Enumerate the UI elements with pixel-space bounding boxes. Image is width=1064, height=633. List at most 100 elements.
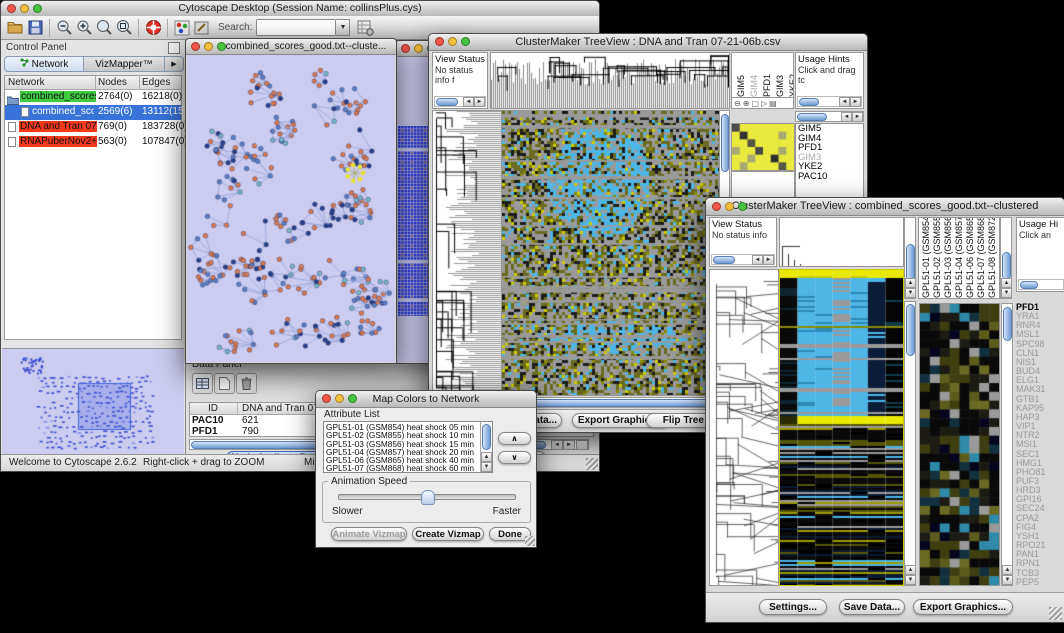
view-status-scrollbar[interactable]: ◄ ► xyxy=(434,96,486,107)
scroll-down-icon[interactable]: ▼ xyxy=(905,288,916,298)
zoom-icon[interactable] xyxy=(33,4,42,13)
resize-grip[interactable] xyxy=(525,536,535,546)
attribute-list-scrollbar[interactable]: ▲ ▼ xyxy=(480,422,492,472)
scroll-up-icon[interactable]: ▲ xyxy=(481,452,492,462)
zoom-icon[interactable] xyxy=(461,37,470,46)
speed-slider[interactable] xyxy=(338,494,516,500)
usage-hints-scrollbar[interactable]: ◄ ► xyxy=(797,96,862,107)
move-down-button[interactable]: ∨ xyxy=(498,451,531,464)
zoom-fit-icon[interactable] xyxy=(114,18,134,38)
heatmap-v-scrollbar[interactable]: ▲ ▼ xyxy=(904,301,916,586)
search-input[interactable] xyxy=(256,19,336,36)
close-icon[interactable] xyxy=(401,44,410,53)
scroll-down-icon[interactable]: ▼ xyxy=(1001,288,1012,298)
zoom-icon[interactable] xyxy=(217,42,226,51)
mini-tool-icon[interactable]: ▢ xyxy=(751,99,759,108)
settings-button[interactable]: Settings... xyxy=(759,599,827,615)
minimize-icon[interactable] xyxy=(725,202,734,211)
mini-tool-icon[interactable]: ⊕ xyxy=(743,99,750,108)
attribute-listbox[interactable]: GPL51-01 (GSM854) heat shock 05 minGPL51… xyxy=(323,421,493,473)
table-view-icon[interactable] xyxy=(192,373,213,394)
mini-tool-icon[interactable]: ▷ xyxy=(761,99,767,108)
close-icon[interactable] xyxy=(7,4,16,13)
slider-thumb[interactable] xyxy=(421,490,435,505)
scroll-up-icon[interactable]: ▲ xyxy=(905,565,916,575)
gene-list-scrollbar[interactable]: ▲ ▼ xyxy=(1001,303,1013,586)
scroll-up-icon[interactable]: ▲ xyxy=(1002,565,1013,575)
scroll-right-icon[interactable]: ► xyxy=(563,440,575,450)
row-dendrogram[interactable] xyxy=(432,110,502,396)
move-up-button[interactable]: ∧ xyxy=(498,432,531,445)
zoom-icon[interactable] xyxy=(738,202,747,211)
gene-label-list[interactable]: PFD1YRA1RNR4MSL1SPC98CLN1NIS1BUD4ELG1MAK… xyxy=(1014,303,1064,586)
minimize-icon[interactable] xyxy=(20,4,29,13)
row-dendrogram[interactable] xyxy=(709,269,779,586)
scroll-left-icon[interactable]: ◄ xyxy=(841,112,852,122)
animate-vizmap-button[interactable]: Animate Vizmap xyxy=(331,527,407,541)
scroll-left-icon[interactable]: ◄ xyxy=(463,97,474,107)
zoom-out-icon[interactable] xyxy=(54,18,74,38)
float-panel-icon[interactable] xyxy=(168,42,180,54)
heatmap-zoom-detail[interactable] xyxy=(919,303,1000,586)
scroll-down-icon[interactable]: ▼ xyxy=(481,462,492,472)
network-row[interactable]: DNA and Tran 07 769(0) 183728(0) xyxy=(5,120,181,135)
delete-attribute-trash-icon[interactable] xyxy=(236,373,257,394)
help-lifesaver-icon[interactable] xyxy=(143,18,163,38)
open-file-icon[interactable] xyxy=(5,18,25,38)
minimize-icon[interactable] xyxy=(448,37,457,46)
scroll-right-icon[interactable]: ► xyxy=(474,97,485,107)
resize-grip[interactable] xyxy=(586,458,598,470)
attribute-browser-icon[interactable] xyxy=(355,18,375,38)
view-status-scrollbar[interactable]: ◄ ► xyxy=(711,254,775,265)
column-dendrogram[interactable] xyxy=(779,217,904,267)
scroll-right-icon[interactable]: ► xyxy=(852,112,863,122)
map-colors-dialog[interactable]: Map Colors to Network Attribute List GPL… xyxy=(315,390,537,548)
minimize-icon[interactable] xyxy=(414,44,423,53)
scroll-left-icon[interactable]: ◄ xyxy=(551,440,563,450)
column-labels-scrollbar[interactable]: ▲ ▼ xyxy=(1000,217,1012,299)
network-row-selected[interactable]: combined_sco 2569(6) 13112(15) xyxy=(5,105,181,120)
create-vizmap-button[interactable]: Create Vizmap xyxy=(412,527,484,541)
scroll-left-icon[interactable]: ◄ xyxy=(752,255,763,265)
close-icon[interactable] xyxy=(435,37,444,46)
new-attribute-icon[interactable] xyxy=(214,373,235,394)
scroll-right-icon[interactable]: ► xyxy=(850,97,861,107)
mini-zoom-toolbar[interactable]: ⊖⊕▢▷▤ xyxy=(731,97,794,109)
network-row[interactable]: RNAPuberNov2+ 563(0) 107847(0) xyxy=(5,135,181,150)
tab-network[interactable]: Network xyxy=(4,56,84,72)
resize-grip[interactable] xyxy=(1049,607,1062,620)
main-title-bar[interactable]: Cytoscape Desktop (Session Name: collins… xyxy=(1,1,599,17)
scroll-down-icon[interactable]: ▼ xyxy=(1002,575,1013,585)
network-graph-canvas[interactable] xyxy=(187,55,395,362)
correlation-mini-heatmap[interactable] xyxy=(731,123,795,171)
network-view-window[interactable]: combined_scores_good.txt--cluste... xyxy=(185,38,397,364)
minimize-icon[interactable] xyxy=(204,42,213,51)
save-data-button[interactable]: Save Data... xyxy=(839,599,905,615)
network-row[interactable]: combined_scores 2764(0) 16218(0) xyxy=(5,90,181,105)
network-overview-panel[interactable] xyxy=(2,348,184,462)
mini-tool-icon[interactable]: ⊖ xyxy=(734,99,741,108)
scroll-up-icon[interactable]: ▲ xyxy=(905,278,916,288)
column-dendrogram[interactable] xyxy=(490,52,730,109)
zoom-selected-icon[interactable] xyxy=(94,18,114,38)
zoom-icon[interactable] xyxy=(348,394,357,403)
save-icon[interactable] xyxy=(25,18,45,38)
scroll-right-icon[interactable]: ► xyxy=(763,255,774,265)
close-icon[interactable] xyxy=(191,42,200,51)
heatmap-main[interactable] xyxy=(501,110,720,396)
tab-vizmapper[interactable]: VizMapper™ xyxy=(84,56,165,72)
attribute-list-item[interactable]: GPL51-07 (GSM868) heat shock 60 min xyxy=(326,464,478,472)
export-graphics-button[interactable]: Export Graphics... xyxy=(913,599,1013,615)
treeview-window-combined[interactable]: ClusterMaker TreeView : combined_scores_… xyxy=(705,197,1064,623)
scroll-down-icon[interactable]: ▼ xyxy=(905,575,916,585)
annotation-icon[interactable] xyxy=(192,18,212,38)
close-icon[interactable] xyxy=(322,394,331,403)
close-icon[interactable] xyxy=(712,202,721,211)
zoom-in-icon[interactable] xyxy=(74,18,94,38)
gene-list-h-scrollbar[interactable]: ◄ ► xyxy=(795,111,864,122)
tab-overflow-arrow-icon[interactable]: ▶ xyxy=(165,56,184,72)
vizmapper-icon[interactable] xyxy=(172,18,192,38)
mini-tool-icon[interactable]: ▤ xyxy=(769,99,777,108)
usage-hints-scrollbar[interactable] xyxy=(1018,279,1064,290)
minimize-icon[interactable] xyxy=(335,394,344,403)
